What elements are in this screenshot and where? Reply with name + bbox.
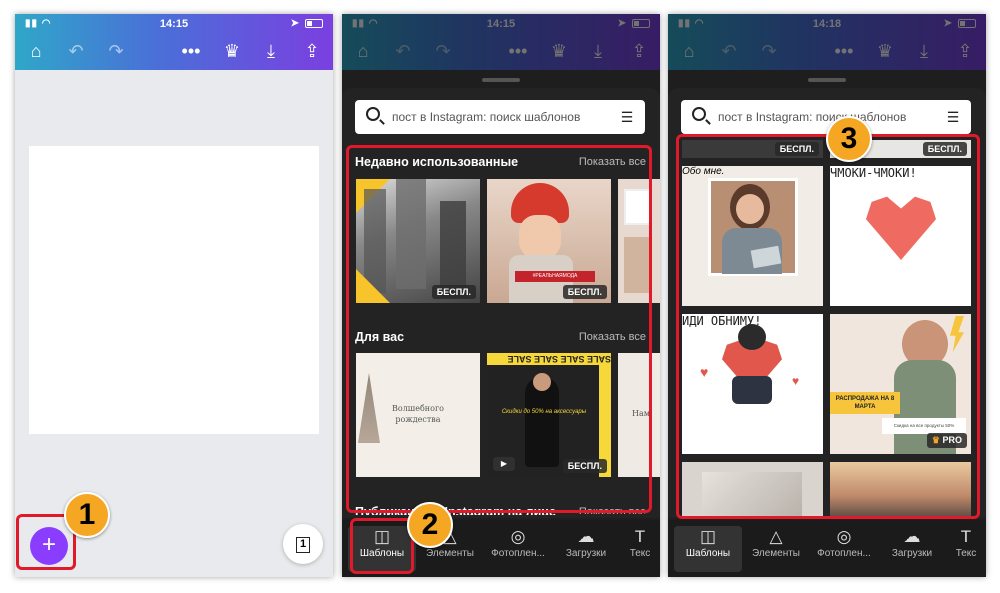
- nav-label: Загрузки: [891, 548, 933, 559]
- uploads-icon: ☁: [577, 527, 595, 546]
- template-search[interactable]: пост в Instagram: поиск шаблонов ☰: [355, 100, 645, 134]
- search-placeholder: пост в Instagram: поиск шаблонов: [392, 110, 581, 124]
- status-bar: ▮▮ ◠ 14:18 ➤: [668, 18, 986, 32]
- uploads-icon: ☁: [903, 527, 921, 546]
- status-bar: ▮▮ ◠ 14:15 ➤: [15, 18, 333, 32]
- search-placeholder: пост в Instagram: поиск шаблонов: [718, 110, 907, 124]
- bottom-nav: ◫ Шаблоны △ Элементы ◎ Фотоплен... ☁ Заг…: [668, 520, 986, 577]
- share-icon[interactable]: ⇪: [299, 38, 325, 64]
- filter-icon[interactable]: ☰: [945, 109, 961, 125]
- location-icon: ➤: [290, 18, 299, 29]
- top-app-bar: ▮▮ ◠ 14:15 ➤ ⌂ ↶ ↷ ••• ♛ ⤓ ⇪: [342, 14, 660, 70]
- home-icon[interactable]: ⌂: [676, 38, 702, 64]
- step-marker-2: 2: [407, 502, 453, 548]
- sheet-grabber[interactable]: [482, 78, 520, 82]
- nav-label: Загрузки: [565, 548, 607, 559]
- sheet-grabber[interactable]: [808, 78, 846, 82]
- text-icon: T: [634, 527, 646, 546]
- status-time: 14:15: [486, 18, 516, 30]
- step-marker-3: 3: [826, 116, 872, 162]
- nav-camera-roll[interactable]: ◎ Фотоплен...: [810, 526, 878, 572]
- location-icon: ➤: [617, 18, 626, 29]
- nav-label: Текс: [955, 548, 977, 559]
- editor-toolbar: ⌂ ↶ ↷ ••• ♛ ⤓ ⇪: [342, 38, 660, 64]
- nav-label: Элементы: [426, 548, 474, 559]
- crown-icon[interactable]: ♛: [219, 38, 245, 64]
- share-icon[interactable]: ⇪: [952, 38, 978, 64]
- crown-icon[interactable]: ♛: [546, 38, 572, 64]
- text-icon: T: [960, 527, 972, 546]
- redo-icon[interactable]: ↷: [103, 38, 129, 64]
- redo-icon[interactable]: ↷: [430, 38, 456, 64]
- nav-label: Элементы: [752, 548, 800, 559]
- editor-toolbar: ⌂ ↶ ↷ ••• ♛ ⤓ ⇪: [15, 38, 333, 64]
- nav-label: Фотоплен...: [817, 548, 871, 559]
- nav-camera-roll[interactable]: ◎ Фотоплен...: [484, 526, 552, 572]
- download-icon[interactable]: ⤓: [911, 38, 937, 64]
- highlight-template-grid: [676, 134, 980, 519]
- nav-label: Текс: [629, 548, 651, 559]
- editor-toolbar: ⌂ ↶ ↷ ••• ♛ ⤓ ⇪: [668, 38, 986, 64]
- search-icon: [366, 107, 380, 121]
- highlight-templates-tab: [350, 518, 414, 574]
- more-icon[interactable]: •••: [831, 38, 857, 64]
- camera-roll-icon: ◎: [836, 527, 852, 546]
- undo-icon[interactable]: ↶: [716, 38, 742, 64]
- share-icon[interactable]: ⇪: [626, 38, 652, 64]
- camera-roll-icon: ◎: [510, 527, 526, 546]
- blank-design-page[interactable]: [29, 146, 319, 434]
- battery-icon: [305, 19, 323, 28]
- download-icon[interactable]: ⤓: [258, 38, 284, 64]
- nav-label: Фотоплен...: [491, 548, 545, 559]
- screenshot-canvas: ▮▮ ◠ 14:15 ➤ ⌂ ↶ ↷ ••• ♛ ⤓ ⇪ + 1 ▮▮ ◠ 14…: [0, 0, 1000, 593]
- undo-icon[interactable]: ↶: [390, 38, 416, 64]
- phone-editor-empty: ▮▮ ◠ 14:15 ➤ ⌂ ↶ ↷ ••• ♛ ⤓ ⇪ + 1: [15, 14, 333, 577]
- templates-icon: ◫: [699, 527, 717, 546]
- status-time: 14:15: [159, 18, 189, 30]
- pages-button[interactable]: 1: [283, 524, 323, 564]
- status-bar: ▮▮ ◠ 14:15 ➤: [342, 18, 660, 32]
- step-marker-1: 1: [64, 492, 110, 538]
- search-icon: [692, 107, 706, 121]
- nav-uploads[interactable]: ☁ Загрузки: [552, 526, 620, 572]
- nav-templates[interactable]: ◫ Шаблоны: [674, 526, 742, 572]
- nav-text[interactable]: T Текс: [946, 526, 986, 572]
- elements-icon: △: [769, 527, 783, 546]
- location-icon: ➤: [943, 18, 952, 29]
- nav-elements[interactable]: △ Элементы: [742, 526, 810, 572]
- redo-icon[interactable]: ↷: [756, 38, 782, 64]
- nav-text[interactable]: T Текс: [620, 526, 660, 572]
- download-icon[interactable]: ⤓: [585, 38, 611, 64]
- nav-label: Шаблоны: [685, 548, 731, 559]
- battery-icon: [958, 19, 976, 28]
- more-icon[interactable]: •••: [505, 38, 531, 64]
- status-time: 14:18: [812, 18, 842, 30]
- highlight-template-sections: [346, 145, 652, 513]
- home-icon[interactable]: ⌂: [350, 38, 376, 64]
- nav-uploads[interactable]: ☁ Загрузки: [878, 526, 946, 572]
- undo-icon[interactable]: ↶: [63, 38, 89, 64]
- top-app-bar: ▮▮ ◠ 14:18 ➤ ⌂ ↶ ↷ ••• ♛ ⤓ ⇪: [668, 14, 986, 70]
- top-app-bar: ▮▮ ◠ 14:15 ➤ ⌂ ↶ ↷ ••• ♛ ⤓ ⇪: [15, 14, 333, 70]
- pages-count: 1: [296, 537, 310, 553]
- crown-icon[interactable]: ♛: [872, 38, 898, 64]
- more-icon[interactable]: •••: [178, 38, 204, 64]
- battery-icon: [632, 19, 650, 28]
- filter-icon[interactable]: ☰: [619, 109, 635, 125]
- template-search[interactable]: пост в Instagram: поиск шаблонов ☰: [681, 100, 971, 134]
- home-icon[interactable]: ⌂: [23, 38, 49, 64]
